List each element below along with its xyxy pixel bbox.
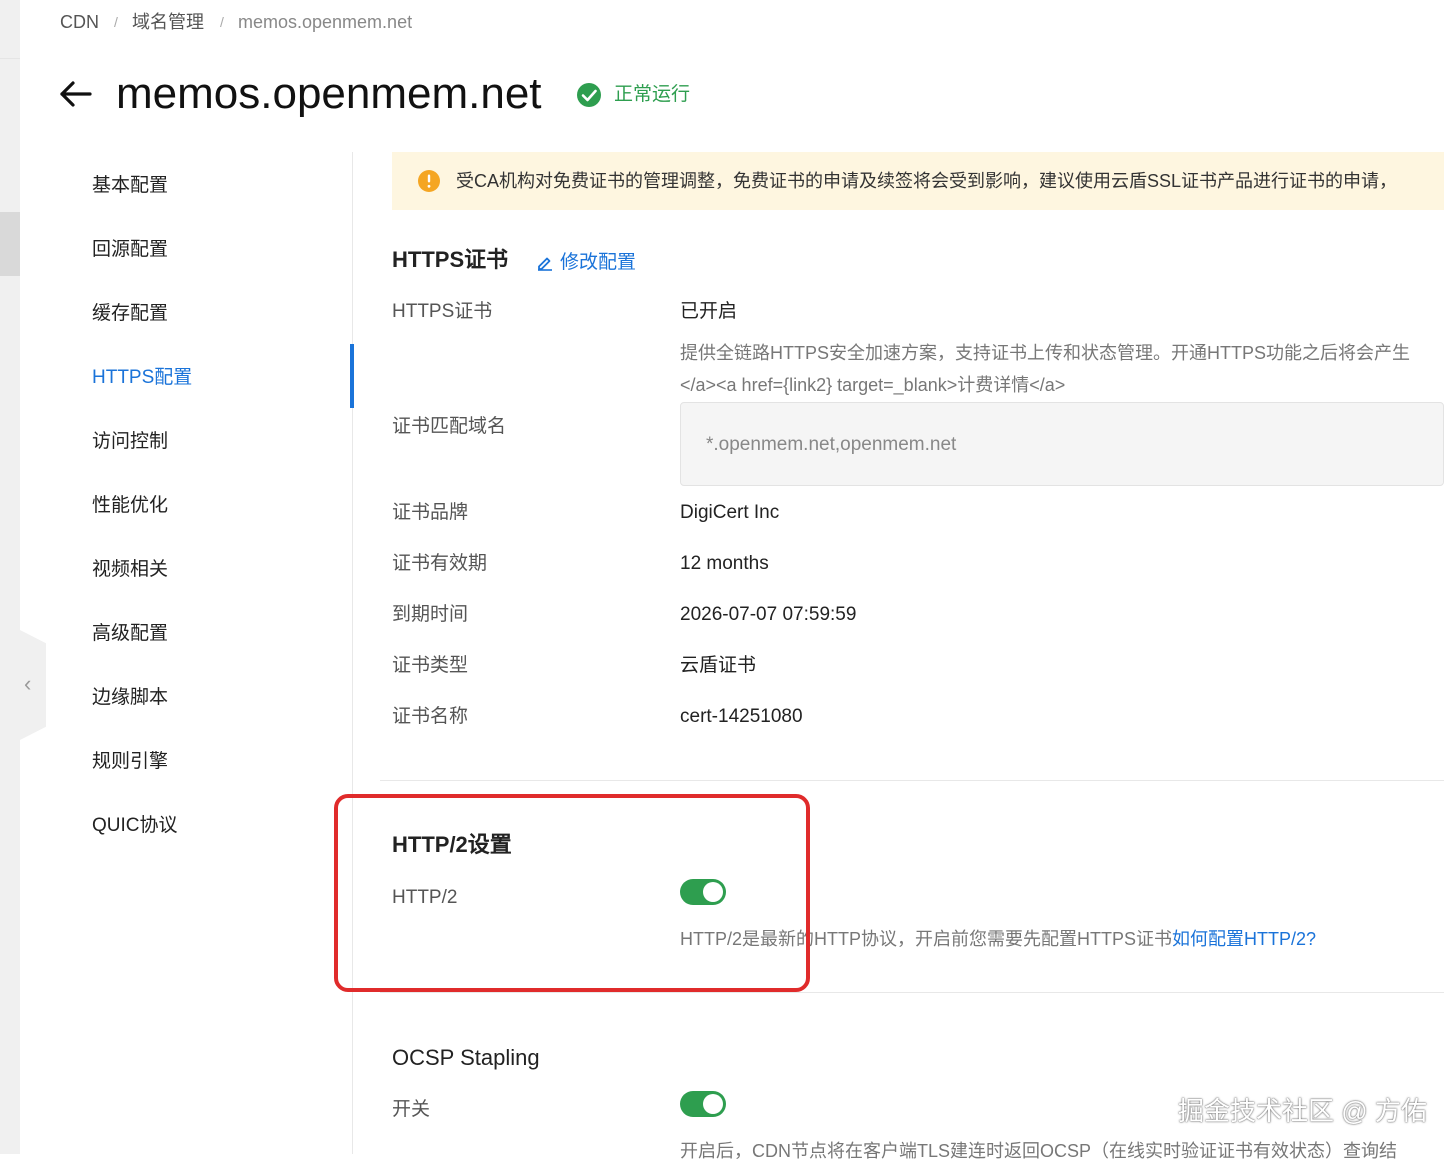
status-badge: 正常运行 xyxy=(614,84,691,105)
cert-expires-label: 到期时间 xyxy=(392,604,469,625)
sidebar-item-performance[interactable]: 性能优化 xyxy=(92,494,168,518)
sidebar-item-quic[interactable]: QUIC协议 xyxy=(92,814,178,838)
sidebar-divider xyxy=(352,152,353,1154)
ocsp-description: 开启后，CDN节点将在客户端TLS建连时返回OCSP（在线实时验证证书有效状态）… xyxy=(680,1141,1398,1161)
cert-validity-label: 证书有效期 xyxy=(392,553,488,574)
check-circle-icon xyxy=(577,83,601,107)
sidebar-item-cache[interactable]: 缓存配置 xyxy=(92,302,168,326)
breadcrumb-separator: / xyxy=(114,14,118,30)
sidebar-item-origin[interactable]: 回源配置 xyxy=(92,238,168,262)
ocsp-switch-label: 开关 xyxy=(392,1099,431,1120)
cert-expires-value: 2026-07-07 07:59:59 xyxy=(680,604,857,625)
match-domain-label: 证书匹配域名 xyxy=(392,416,507,437)
cert-type-value: 云盾证书 xyxy=(680,655,757,676)
https-description-line1: 提供全链路HTTPS安全加速方案，支持证书上传和状态管理。开通HTTPS功能之后… xyxy=(680,343,1410,363)
back-arrow-icon[interactable] xyxy=(58,76,94,112)
sidebar-item-edge-script[interactable]: 边缘脚本 xyxy=(92,686,168,710)
sidebar-item-advanced[interactable]: 高级配置 xyxy=(92,622,168,646)
sidebar-item-access-control[interactable]: 访问控制 xyxy=(92,430,168,454)
left-gutter xyxy=(0,0,20,1154)
match-domain-value: *.openmem.net,openmem.net xyxy=(706,434,957,455)
breadcrumb-item-domains[interactable]: 域名管理 xyxy=(132,10,204,34)
warning-icon xyxy=(418,170,440,192)
header-divider xyxy=(0,58,20,59)
cert-type-label: 证书类型 xyxy=(392,655,469,676)
breadcrumb-item-cdn[interactable]: CDN xyxy=(60,10,99,34)
http2-help-link[interactable]: 如何配置HTTP/2? xyxy=(1172,929,1316,949)
edit-config-link[interactable]: 修改配置 xyxy=(536,250,636,276)
edit-pencil-icon xyxy=(538,257,552,271)
section-divider xyxy=(380,992,1444,993)
cert-validity-value: 12 months xyxy=(680,553,769,574)
highlight-annotation xyxy=(334,794,810,992)
sidebar-item-rules-engine[interactable]: 规则引擎 xyxy=(92,750,168,774)
edit-config-label: 修改配置 xyxy=(560,252,637,273)
left-gutter-active xyxy=(0,212,20,276)
https-cert-value: 已开启 xyxy=(680,301,738,322)
sidebar-item-video[interactable]: 视频相关 xyxy=(92,558,168,582)
sidebar-active-indicator xyxy=(350,344,354,408)
cert-brand-label: 证书品牌 xyxy=(392,502,469,523)
https-description-line2: </a><a href={link2} target=_blank>计费详情</… xyxy=(680,375,1066,395)
ocsp-section-title: OCSP Stapling xyxy=(392,1045,540,1070)
cert-name-value: cert-14251080 xyxy=(680,706,803,727)
cert-brand-value: DigiCert Inc xyxy=(680,502,780,523)
page-title: memos.openmem.net xyxy=(116,69,542,118)
toggle-knob xyxy=(703,1094,723,1114)
warning-banner-text: 受CA机构对免费证书的管理调整，免费证书的申请及续签将会受到影响，建议使用云盾S… xyxy=(456,171,1398,191)
sidebar-item-https[interactable]: HTTPS配置 xyxy=(92,366,192,390)
cert-name-label: 证书名称 xyxy=(392,706,469,727)
watermark: 掘金技术社区 @ 方佑 xyxy=(1178,1096,1427,1126)
breadcrumb-separator: / xyxy=(220,14,224,30)
breadcrumb-item-current: memos.openmem.net xyxy=(238,12,413,32)
sidebar-item-basic[interactable]: 基本配置 xyxy=(92,174,168,198)
section-divider xyxy=(380,780,1444,781)
chevron-left-icon[interactable]: ‹ xyxy=(24,672,31,696)
https-cert-label: HTTPS证书 xyxy=(392,301,493,322)
ocsp-toggle[interactable] xyxy=(680,1091,726,1117)
https-cert-section-title: HTTPS证书 xyxy=(392,247,509,272)
